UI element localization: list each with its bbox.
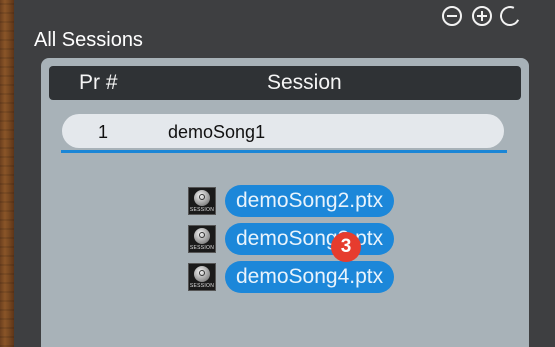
row-session-name: demoSong1 xyxy=(168,122,266,142)
drop-indicator-line xyxy=(61,150,507,153)
session-file-label: demoSong4.ptx xyxy=(225,261,395,293)
session-file-label: demoSong3.ptx xyxy=(225,223,395,255)
session-file-label: demoSong2.ptx xyxy=(225,185,395,217)
panel-title: All Sessions xyxy=(34,29,143,51)
row-number: 1 xyxy=(98,122,109,142)
session-file-icon: SESSION xyxy=(188,187,216,215)
minus-circle-icon[interactable] xyxy=(442,6,462,26)
drag-count-badge: 3 xyxy=(331,232,361,262)
column-header-session[interactable]: Session xyxy=(267,71,342,95)
wood-side-panel xyxy=(0,0,14,347)
session-file-icon: SESSION xyxy=(188,225,216,253)
column-header-pr[interactable]: Pr # xyxy=(79,71,118,95)
session-list[interactable]: Pr # Session 1 demoSong1 SESSION demoSon… xyxy=(41,58,529,347)
table-header: Pr # Session xyxy=(49,66,521,100)
session-file-icon: SESSION xyxy=(188,263,216,291)
plus-circle-icon[interactable] xyxy=(472,6,492,26)
rotate-circle-icon[interactable] xyxy=(497,3,523,29)
table-row[interactable]: 1 demoSong1 xyxy=(62,114,504,148)
